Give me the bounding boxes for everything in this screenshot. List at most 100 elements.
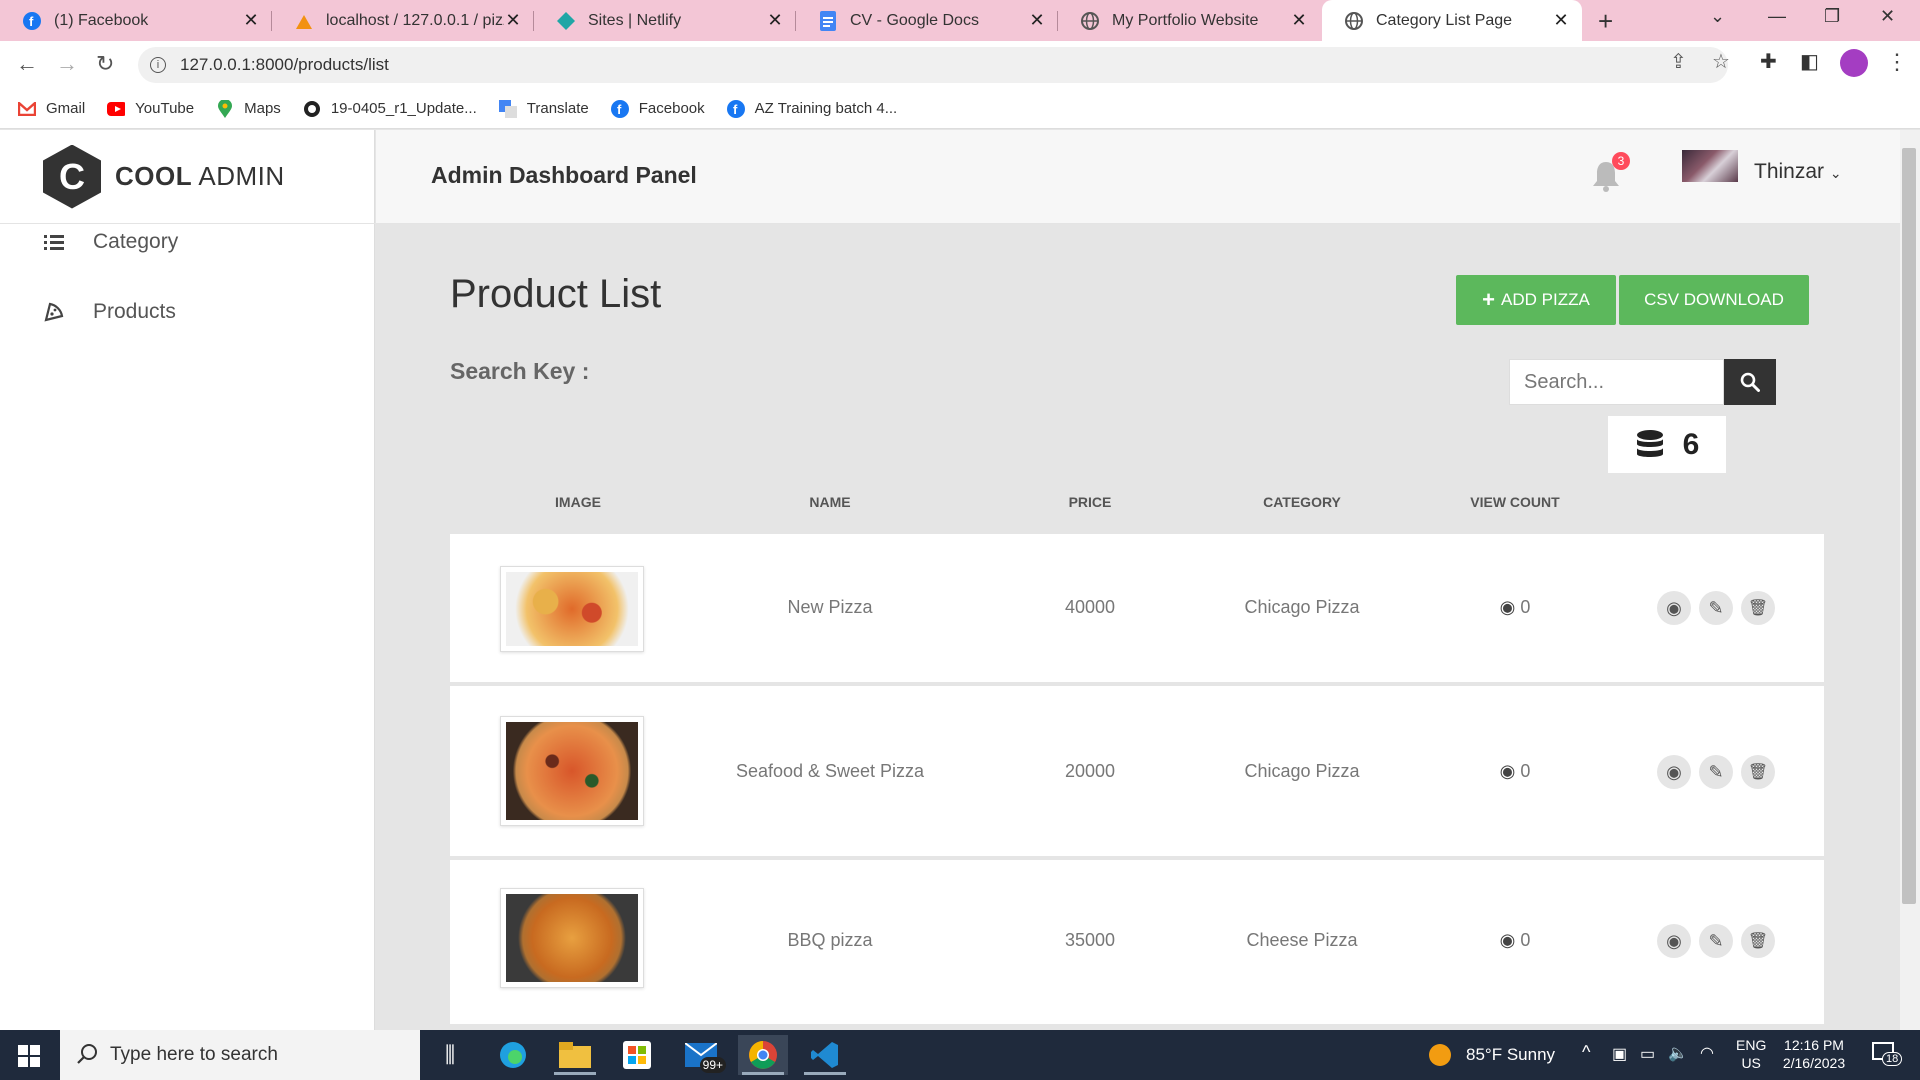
table-row[interactable]: BBQ pizza 35000 Cheese Pizza ◉ 0 ◉ ✎ 🗑 <box>450 860 1824 1024</box>
view-button[interactable]: ◉ <box>1657 924 1691 958</box>
weather-text[interactable]: 85°F Sunny <box>1466 1045 1555 1065</box>
bookmark-gmail[interactable]: Gmail <box>18 100 85 118</box>
taskbar-mail[interactable]: 99+ <box>676 1035 726 1075</box>
clock[interactable]: 12:16 PM 2/16/2023 <box>1776 1036 1852 1072</box>
total-count: 6 <box>1682 427 1700 461</box>
taskbar-file-explorer[interactable] <box>550 1035 600 1075</box>
search-input[interactable] <box>1509 359 1724 405</box>
bookmark-facebook[interactable]: f Facebook <box>610 99 705 118</box>
table-row[interactable]: New Pizza 40000 Chicago Pizza ◉ 0 ◉ ✎ 🗑 <box>450 534 1824 682</box>
close-tab-icon[interactable]: ✕ <box>1552 10 1570 31</box>
taskbar-vscode[interactable] <box>800 1035 850 1075</box>
tab-phpmyadmin[interactable]: localhost / 127.0.0.1 / pizza ✕ <box>272 0 534 41</box>
tab-facebook[interactable]: f (1) Facebook ✕ <box>0 0 272 41</box>
sidebar-item-category[interactable]: Category <box>43 230 178 254</box>
delete-button[interactable]: 🗑 <box>1741 755 1775 789</box>
logo-text: COOL ADMIN <box>115 161 285 192</box>
search-key-label: Search Key : <box>450 358 590 384</box>
extensions-icon[interactable]: ✚ <box>1760 49 1777 74</box>
table-row[interactable]: Seafood & Sweet Pizza 20000 Chicago Pizz… <box>450 686 1824 856</box>
column-header-category: CATEGORY <box>1263 494 1341 510</box>
task-view-icon: ⫼ <box>444 1042 456 1067</box>
bookmark-update[interactable]: 19-0405_r1_Update... <box>303 100 477 118</box>
new-tab-button[interactable]: + <box>1598 6 1613 37</box>
edit-button[interactable]: ✎ <box>1699 924 1733 958</box>
avatar[interactable] <box>1682 150 1738 182</box>
tab-portfolio[interactable]: My Portfolio Website ✕ <box>1058 0 1320 41</box>
tab-search-icon[interactable]: ⌄ <box>1710 6 1725 27</box>
clock-time: 12:16 PM <box>1784 1037 1844 1053</box>
meet-now-icon[interactable]: ▣ <box>1612 1044 1627 1064</box>
view-button[interactable]: ◉ <box>1657 755 1691 789</box>
taskbar-store[interactable] <box>612 1035 662 1075</box>
bookmark-maps[interactable]: Maps <box>216 99 281 118</box>
chevron-down-icon: ⌄ <box>1829 165 1842 181</box>
delete-button[interactable]: 🗑 <box>1741 591 1775 625</box>
minimize-icon[interactable]: — <box>1768 6 1786 27</box>
notification-center-icon[interactable]: 18 <box>1872 1042 1903 1071</box>
profile-avatar-icon[interactable] <box>1840 49 1868 77</box>
tab-title: My Portfolio Website <box>1112 11 1259 29</box>
add-pizza-button[interactable]: + ADD PIZZA <box>1456 275 1616 325</box>
phpmyadmin-icon <box>294 11 314 31</box>
volume-icon[interactable]: 🔈 <box>1668 1043 1688 1063</box>
region-code: US <box>1741 1055 1761 1071</box>
bookmark-az-training[interactable]: f AZ Training batch 4... <box>726 99 898 118</box>
restore-icon[interactable]: ❐ <box>1824 6 1840 27</box>
site-info-icon[interactable]: i <box>150 57 166 73</box>
forward-arrow-icon[interactable]: → <box>56 51 78 77</box>
close-window-icon[interactable]: ✕ <box>1880 6 1895 27</box>
bookmark-youtube[interactable]: YouTube <box>107 100 194 118</box>
app-logo[interactable]: C COOL ADMIN <box>0 130 375 224</box>
browser-menu-icon[interactable]: ⋮ <box>1886 49 1908 75</box>
product-price: 40000 <box>1064 597 1116 617</box>
close-tab-icon[interactable]: ✕ <box>1028 10 1046 31</box>
start-button[interactable] <box>18 1045 40 1072</box>
windows-taskbar: Type here to search ⫼ 99+ 85°F Sunny ^ ▣… <box>0 1030 1920 1080</box>
side-panel-icon[interactable]: ◧ <box>1800 49 1819 74</box>
globe-icon <box>1344 11 1364 31</box>
user-menu[interactable]: Thinzar ⌄ <box>1754 160 1842 184</box>
search-button[interactable] <box>1724 359 1776 405</box>
reload-icon[interactable]: ↻ <box>96 51 114 77</box>
view-button[interactable]: ◉ <box>1657 591 1691 625</box>
product-category: Chicago Pizza <box>1244 597 1360 617</box>
product-price: 20000 <box>1064 761 1116 781</box>
bookmark-label: AZ Training batch 4... <box>754 100 898 117</box>
csv-download-button[interactable]: CSV DOWNLOAD <box>1619 275 1809 325</box>
taskbar-edge[interactable] <box>488 1035 538 1075</box>
battery-icon[interactable]: ▭ <box>1640 1044 1655 1064</box>
tray-chevron-icon[interactable]: ^ <box>1582 1042 1590 1063</box>
taskbar-chrome[interactable] <box>738 1035 788 1075</box>
edit-button[interactable]: ✎ <box>1699 755 1733 789</box>
wifi-icon[interactable]: ◠ <box>1700 1043 1714 1063</box>
tab-category-list[interactable]: Category List Page ✕ <box>1322 0 1582 41</box>
view-count: ◉ 0 <box>1395 597 1635 618</box>
bookmark-star-icon[interactable]: ☆ <box>1712 49 1730 74</box>
edit-button[interactable]: ✎ <box>1699 591 1733 625</box>
share-icon[interactable]: ⇪ <box>1670 49 1687 74</box>
facebook-icon: f <box>22 11 42 31</box>
tab-google-docs[interactable]: CV - Google Docs ✕ <box>796 0 1058 41</box>
product-image <box>500 888 644 988</box>
language-indicator[interactable]: ENG US <box>1736 1036 1766 1072</box>
close-tab-icon[interactable]: ✕ <box>504 10 522 31</box>
search-icon <box>1740 372 1760 392</box>
tab-netlify[interactable]: Sites | Netlify ✕ <box>534 0 796 41</box>
url-field[interactable]: i 127.0.0.1:8000/products/list <box>138 47 1728 83</box>
svg-text:f: f <box>733 102 738 117</box>
back-arrow-icon[interactable]: ← <box>16 51 38 77</box>
close-tab-icon[interactable]: ✕ <box>766 10 784 31</box>
taskbar-search-field[interactable]: Type here to search <box>60 1030 420 1080</box>
bookmark-label: YouTube <box>135 100 195 117</box>
sidebar-item-products[interactable]: Products <box>43 300 176 324</box>
product-image <box>500 566 644 652</box>
close-tab-icon[interactable]: ✕ <box>1290 10 1308 31</box>
bookmark-translate[interactable]: Translate <box>498 99 589 118</box>
close-tab-icon[interactable]: ✕ <box>242 10 260 31</box>
weather-icon[interactable] <box>1428 1043 1452 1072</box>
scrollbar-thumb[interactable] <box>1902 148 1916 904</box>
delete-button[interactable]: 🗑 <box>1741 924 1775 958</box>
task-view-button[interactable]: ⫼ <box>425 1035 475 1075</box>
bookmark-label: Translate <box>526 100 589 117</box>
